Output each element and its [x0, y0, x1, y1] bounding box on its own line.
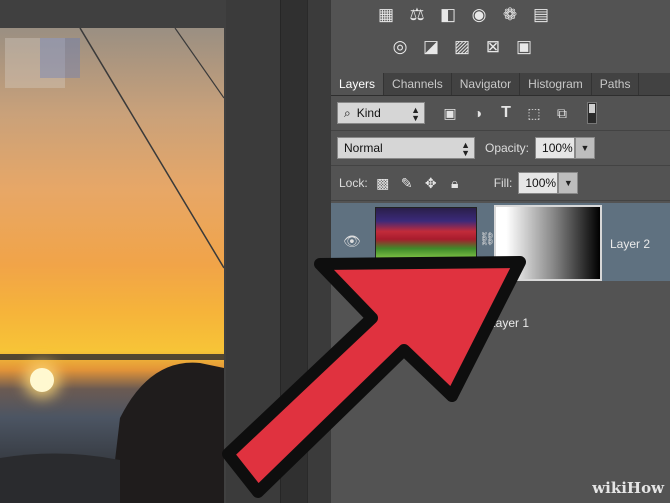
opacity-label: Opacity: [485, 141, 530, 155]
blend-mode-select[interactable]: Normal ▲ ▼ [337, 137, 475, 159]
layer-row-layer-1[interactable]: Layer 1 [331, 282, 670, 354]
circles-icon[interactable]: ❁ [499, 4, 521, 26]
panel-tabs: Layers Channels Navigator Histogram Path… [331, 73, 670, 96]
fill-label: Fill: [493, 176, 513, 190]
balance-icon[interactable]: ⚖ [406, 4, 428, 26]
image-filter-icon[interactable]: ▣ [439, 102, 461, 124]
canvas-photo [0, 28, 224, 503]
half-square-icon[interactable]: ◧ [437, 4, 459, 26]
lock-brush-icon[interactable]: ✎ [396, 172, 418, 194]
photo-details [0, 28, 224, 503]
gradient-square-icon[interactable]: ▣ [513, 36, 535, 58]
layer-2-name[interactable]: Layer 2 [610, 237, 650, 251]
camera-icon[interactable]: ◉ [468, 4, 490, 26]
lock-label: Lock: [339, 176, 368, 190]
fill-input[interactable]: 100% [518, 172, 559, 194]
filter-kind-select[interactable]: ⌕ Kind ▲ ▼ [337, 102, 425, 124]
opacity-input[interactable]: 100% [535, 137, 576, 159]
grid-icon[interactable]: ▦ [375, 4, 397, 26]
adjustments-row-2: ◎ ◪ ▨ ⊠ ▣ [389, 36, 535, 58]
lock-all-icon[interactable]: 🔒︎ [444, 172, 466, 194]
eye-icon[interactable]: 👁︎ [343, 233, 361, 250]
tab-channels[interactable]: Channels [384, 73, 452, 95]
smart-object-filter-icon[interactable]: ⧉ [551, 102, 573, 124]
filter-kind-label: Kind [356, 106, 381, 120]
search-icon: ⌕ [344, 105, 351, 120]
wikihow-watermark: wikiHow [592, 479, 664, 497]
lock-row: Lock: ▩ ✎ ✥ 🔒︎ Fill: 100% ▼ [331, 166, 670, 201]
tab-paths[interactable]: Paths [592, 73, 640, 95]
layer-1-thumbnail[interactable] [375, 290, 477, 354]
layers-panel: ▦ ⚖ ◧ ◉ ❁ ▤ ◎ ◪ ▨ ⊠ ▣ Layers Channels Na… [331, 0, 670, 503]
tab-histogram[interactable]: Histogram [520, 73, 592, 95]
sun [30, 368, 54, 392]
lock-transparent-icon[interactable]: ▩ [372, 172, 394, 194]
canvas-pasteboard [226, 0, 330, 503]
type-filter-icon[interactable]: T [495, 102, 517, 124]
document-canvas[interactable] [0, 0, 226, 503]
stepper-icon: ▲ ▼ [461, 140, 470, 158]
fill-dropdown[interactable]: ▼ [558, 172, 579, 194]
filter-row: ⌕ Kind ▲ ▼ ▣ ◑ T ⬚ ⧉ [331, 96, 670, 131]
blend-mode-value: Normal [344, 141, 383, 155]
shape-filter-icon[interactable]: ⬚ [523, 102, 545, 124]
tab-layers[interactable]: Layers [331, 73, 385, 95]
stepper-icon: ▲ ▼ [411, 105, 420, 123]
blend-row: Normal ▲ ▼ Opacity: 100% ▼ [331, 131, 670, 166]
filter-toggle-switch[interactable] [587, 102, 597, 124]
adjustments-row-1: ▦ ⚖ ◧ ◉ ❁ ▤ [375, 4, 552, 26]
ring-icon[interactable]: ◎ [389, 36, 411, 58]
stripe-square-icon[interactable]: ▨ [451, 36, 473, 58]
x-square-icon[interactable]: ⊠ [482, 36, 504, 58]
layer-2-mask-thumbnail[interactable] [494, 205, 602, 281]
layer-1-name[interactable]: Layer 1 [489, 316, 529, 330]
opacity-dropdown[interactable]: ▼ [575, 137, 596, 159]
table-icon[interactable]: ▤ [530, 4, 552, 26]
adjustment-filter-icon[interactable]: ◑ [467, 102, 489, 124]
panel-divider[interactable] [280, 0, 308, 503]
slash-square-icon[interactable]: ◪ [420, 36, 442, 58]
layer-2-thumbnail[interactable] [375, 207, 477, 261]
layer-row-layer-2[interactable]: 👁︎ ⛓︎ Layer 2 [331, 203, 670, 281]
tab-navigator[interactable]: Navigator [452, 73, 521, 95]
lock-move-icon[interactable]: ✥ [420, 172, 442, 194]
